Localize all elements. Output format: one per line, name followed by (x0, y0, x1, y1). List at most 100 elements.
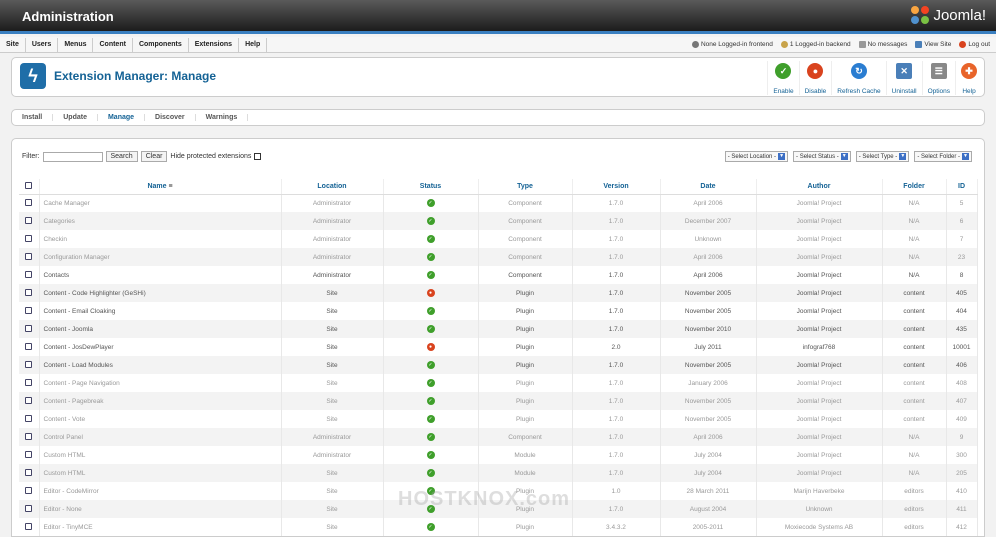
cell-status[interactable]: ● (383, 338, 479, 356)
row-checkbox[interactable] (25, 522, 33, 530)
cell-id: 407 (946, 392, 978, 410)
select-location-dropdown[interactable]: - Select Location - ▼ (724, 151, 789, 162)
cell-status[interactable]: ✓ (383, 302, 479, 320)
cell-status[interactable]: ✓ (383, 518, 479, 536)
column-header-location[interactable]: Location (281, 179, 384, 195)
cell-status[interactable]: ✓ (383, 464, 479, 482)
cell-date: July 2004 (660, 446, 757, 464)
row-checkbox[interactable] (25, 306, 33, 314)
cell-status[interactable]: ✓ (383, 374, 479, 392)
column-header-author[interactable]: Author (756, 179, 883, 195)
row-checkbox[interactable] (25, 450, 33, 458)
cell-type: Plugin (478, 392, 573, 410)
cell-name: Content - Joomla (39, 320, 282, 338)
enabled-check-icon: ✓ (426, 397, 435, 405)
row-checkbox[interactable] (25, 288, 33, 296)
menu-site[interactable]: Site (0, 37, 26, 52)
menu-users[interactable]: Users (26, 37, 59, 52)
messages-link[interactable]: No messages (858, 41, 907, 48)
enabled-check-icon: ✓ (426, 523, 435, 531)
cell-version: 1.7.0 (572, 464, 661, 482)
cell-id: 205 (946, 464, 978, 482)
cell-status[interactable]: ✓ (383, 248, 479, 266)
search-button[interactable]: Search (105, 151, 138, 162)
cell-folder: editors (882, 500, 947, 518)
enable-button[interactable]: ✓ Enable (767, 61, 798, 95)
cell-status[interactable]: ✓ (383, 194, 479, 212)
cell-status[interactable]: ✓ (383, 320, 479, 338)
table-row: Content - Load Modules Site ✓ Plugin 1.7.0 No… (19, 356, 978, 374)
cell-folder: content (882, 320, 947, 338)
menu-help[interactable]: Help (239, 37, 268, 52)
cell-author: Joomla! Project (756, 194, 883, 212)
disable-button[interactable]: ● Disable (798, 61, 832, 95)
clear-button[interactable]: Clear (140, 151, 168, 162)
cell-version: 1.7.0 (572, 194, 661, 212)
logout-link[interactable]: Log out (959, 41, 990, 48)
row-checkbox[interactable] (25, 378, 33, 386)
column-header-version[interactable]: Version (572, 179, 661, 195)
tab-manage[interactable]: Manage (98, 114, 146, 121)
select-status-dropdown[interactable]: - Select Status - ▼ (793, 151, 851, 162)
cell-status[interactable]: ✓ (383, 392, 479, 410)
row-checkbox[interactable] (25, 414, 33, 422)
select-all-checkbox[interactable] (25, 181, 33, 189)
menu-menus[interactable]: Menus (58, 37, 94, 52)
column-header-status[interactable]: Status (383, 179, 479, 195)
options-button[interactable]: ☰ Options (921, 61, 955, 95)
row-checkbox[interactable] (25, 396, 33, 404)
cell-name: Configuration Manager (39, 248, 282, 266)
cell-status[interactable]: ✓ (383, 428, 479, 446)
view-site-link[interactable]: View Site (915, 41, 951, 48)
row-checkbox[interactable] (25, 360, 33, 368)
row-checkbox[interactable] (25, 270, 33, 278)
cell-type: Component (478, 428, 573, 446)
row-checkbox[interactable] (25, 252, 33, 260)
column-header-folder[interactable]: Folder (882, 179, 947, 195)
hide-protected-checkbox[interactable] (254, 153, 262, 160)
row-checkbox[interactable] (25, 216, 33, 224)
cell-date: November 2010 (660, 320, 757, 338)
row-checkbox[interactable] (25, 486, 33, 494)
cell-name: Content - Email Cloaking (39, 302, 282, 320)
row-checkbox[interactable] (25, 468, 33, 476)
cell-status[interactable]: ✓ (383, 410, 479, 428)
select-type-dropdown[interactable]: - Select Type - ▼ (855, 151, 910, 162)
tab-discover[interactable]: Discover (145, 114, 196, 121)
cell-status[interactable]: ● (383, 284, 479, 302)
row-checkbox[interactable] (25, 234, 33, 242)
column-header-type[interactable]: Type (478, 179, 573, 195)
cell-date: April 2006 (660, 194, 757, 212)
refresh-cache-button[interactable]: ↻ Refresh Cache (831, 61, 885, 95)
row-checkbox[interactable] (25, 198, 33, 206)
row-checkbox[interactable] (25, 504, 33, 512)
row-checkbox[interactable] (25, 324, 33, 332)
row-checkbox[interactable] (25, 432, 33, 440)
cell-location: Site (281, 284, 384, 302)
column-header-id[interactable]: ID (946, 179, 978, 195)
cell-status[interactable]: ✓ (383, 230, 479, 248)
select-folder-dropdown[interactable]: - Select Folder - ▼ (914, 151, 972, 162)
enabled-check-icon: ✓ (426, 199, 435, 208)
chevron-down-icon: ▼ (899, 153, 907, 160)
cell-status[interactable]: ✓ (383, 356, 479, 374)
tab-install[interactable]: Install (12, 114, 54, 121)
row-checkbox[interactable] (25, 342, 33, 350)
menu-content[interactable]: Content (93, 37, 133, 52)
column-header-date[interactable]: Date (660, 179, 757, 195)
menu-extensions[interactable]: Extensions (189, 37, 240, 52)
cell-status[interactable]: ✓ (383, 212, 479, 230)
column-header-name[interactable]: Name ≡ (39, 179, 282, 195)
help-button[interactable]: ✚ Help (955, 61, 982, 95)
cell-status[interactable]: ✓ (383, 266, 479, 284)
uninstall-button[interactable]: ✕ Uninstall (885, 61, 922, 95)
tab-warnings[interactable]: Warnings (196, 114, 249, 121)
cell-name: Content - JosDewPlayer (39, 338, 282, 356)
joomla-logo[interactable]: Joomla! (911, 6, 986, 24)
menu-components[interactable]: Components (133, 37, 189, 52)
tab-update[interactable]: Update (53, 114, 98, 121)
table-row: Control Panel Administrator ✓ Component 1.7.… (19, 428, 978, 446)
app-title: Administration (22, 9, 114, 24)
cell-status[interactable]: ✓ (383, 446, 479, 464)
filter-input[interactable] (42, 151, 103, 162)
